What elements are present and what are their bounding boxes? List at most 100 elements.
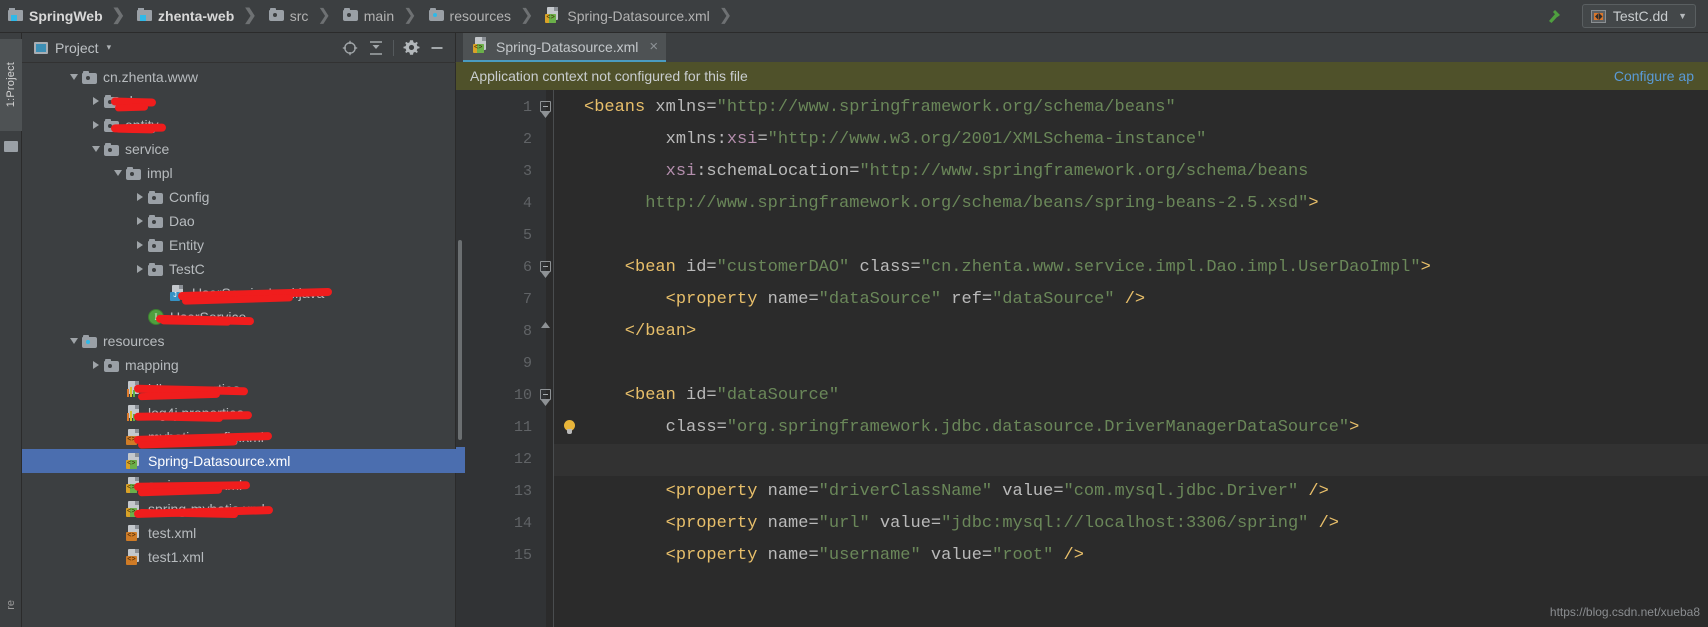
- code-token: >: [1308, 194, 1319, 213]
- code-token: <: [584, 386, 636, 405]
- tree-twisty-spacer: [110, 449, 126, 473]
- code-editor[interactable]: 1 2 3 4 5 6 7 8 9 10 11 12 13 14 15 <beans xmlns="http…: [456, 90, 1708, 627]
- folder-icon: [148, 190, 163, 204]
- chevron-right-icon[interactable]: [132, 233, 148, 257]
- tree-node-jdbc-properties[interactable]: jdbc.properties: [22, 377, 456, 401]
- chevron-down-icon[interactable]: [66, 329, 82, 353]
- code-token: <: [584, 546, 676, 565]
- tree-node-entity[interactable]: Entity: [22, 233, 456, 257]
- locate-in-tree-button[interactable]: [337, 35, 363, 61]
- tree-node-mybatis-config-xml[interactable]: <> mybatis-config.xml: [22, 425, 456, 449]
- code-token: property: [675, 514, 758, 533]
- breadcrumb-item-resources[interactable]: resources ❯: [421, 0, 538, 33]
- chevron-down-icon[interactable]: [88, 137, 104, 161]
- fold-collapse-icon[interactable]: [540, 261, 551, 272]
- breadcrumb-item-springweb[interactable]: SpringWeb ❯: [0, 0, 129, 33]
- hide-panel-button[interactable]: [424, 35, 450, 61]
- editor-scrollbar-thumb[interactable]: [458, 240, 462, 440]
- tree-node-cn-zhenta-www[interactable]: cn.zhenta.www: [22, 65, 456, 89]
- breadcrumb-item-label: resources: [449, 8, 511, 24]
- tree-node-userserviceimpl-java[interactable]: J UserServiceImpl.java: [22, 281, 456, 305]
- tree-node-userservice[interactable]: UserService: [22, 305, 456, 329]
- editor-tab-spring-datasource[interactable]: <> Spring-Datasource.xml ×: [463, 33, 667, 62]
- tree-node-dao[interactable]: dao: [22, 89, 456, 113]
- code-token: value=: [992, 482, 1064, 501]
- breadcrumb-item-spring-datasource-xml[interactable]: <> Spring-Datasource.xml ❯: [537, 0, 736, 33]
- code-line: </bean>: [584, 316, 696, 348]
- tree-node-spring-mybatis-xml[interactable]: <> spring-mybatis.xml: [22, 497, 456, 521]
- code-token: "http://www.springframework.org/schema/b…: [859, 162, 1309, 181]
- structure-icon[interactable]: [4, 141, 18, 152]
- close-icon[interactable]: ×: [649, 39, 658, 54]
- code-token: >: [1349, 418, 1360, 437]
- collapse-all-button[interactable]: [363, 35, 389, 61]
- code-token: :schemaLocation=: [696, 162, 860, 181]
- tree-node-resources[interactable]: resources: [22, 329, 456, 353]
- breadcrumb-item-src[interactable]: src ❯: [261, 0, 335, 33]
- tree-node-label: spring-mybatis.xml: [148, 501, 265, 517]
- chevron-right-icon[interactable]: [132, 257, 148, 281]
- watermark-text: https://blog.csdn.net/xueba8: [1549, 605, 1700, 619]
- configure-application-context-link[interactable]: Configure ap: [1614, 68, 1694, 84]
- code-token: "dataSource": [716, 386, 840, 405]
- tree-node-config[interactable]: Config: [22, 185, 456, 209]
- chevron-right-icon[interactable]: [132, 185, 148, 209]
- code-token: value=: [920, 546, 993, 565]
- project-view-chevron-down-icon[interactable]: ▾: [107, 42, 112, 53]
- code-token: id=: [675, 386, 717, 405]
- tree-node-testc[interactable]: TestC: [22, 257, 456, 281]
- tree-node-test1-xml[interactable]: <> test1.xml: [22, 545, 456, 569]
- chevron-right-icon[interactable]: [88, 113, 104, 137]
- code-token: xmlns=: [645, 98, 717, 117]
- code-token: "root": [992, 546, 1054, 565]
- tree-node-label: spring-mvc.xml: [148, 477, 243, 493]
- java-class-icon: J: [170, 285, 186, 301]
- breadcrumb-separator-icon: ❯: [520, 7, 534, 24]
- intention-bulb-icon[interactable]: [563, 420, 576, 435]
- tree-node-log4j-properties[interactable]: log4j.properties: [22, 401, 456, 425]
- tree-node-dao[interactable]: Dao: [22, 209, 456, 233]
- editor-tab-label: Spring-Datasource.xml: [496, 38, 639, 55]
- tree-node-spring-mvc-xml[interactable]: <> spring-mvc.xml: [22, 473, 456, 497]
- code-token: property: [675, 546, 758, 565]
- code-token: <: [584, 258, 636, 277]
- editor-area: <> Spring-Datasource.xml × Application c…: [456, 33, 1708, 627]
- tree-node-mapping[interactable]: mapping: [22, 353, 456, 377]
- build-hammer-icon[interactable]: [1544, 6, 1564, 26]
- project-tree[interactable]: cn.zhenta.www dao entity service impl Config D…: [22, 63, 456, 627]
- line-number: 10: [513, 387, 532, 404]
- chevron-down-icon[interactable]: ▼: [1678, 11, 1687, 21]
- tool-window-tab-bottom[interactable]: re: [0, 585, 22, 625]
- breadcrumb-item-zhenta-web[interactable]: zhenta-web ❯: [129, 0, 261, 33]
- gear-icon[interactable]: [398, 35, 424, 61]
- chevron-right-icon[interactable]: [88, 353, 104, 377]
- code-line: <property name="url" value="jdbc:mysql:/…: [584, 508, 1339, 540]
- chevron-right-icon[interactable]: [88, 89, 104, 113]
- code-line: <property name="dataSource" ref="dataSou…: [584, 284, 1146, 316]
- tree-node-spring-datasource-xml[interactable]: <> Spring-Datasource.xml: [22, 449, 456, 473]
- chevron-down-icon[interactable]: [66, 65, 82, 89]
- tool-window-tab-project[interactable]: 1:Project: [0, 39, 22, 131]
- code-folding-column[interactable]: [536, 90, 554, 627]
- properties-icon: [126, 381, 142, 397]
- editor-tab-bar: <> Spring-Datasource.xml ×: [456, 33, 1708, 62]
- run-configuration-selector[interactable]: TestC.dd ▼: [1581, 4, 1696, 28]
- tree-node-service[interactable]: service: [22, 137, 456, 161]
- code-token: bean: [645, 322, 687, 341]
- notification-banner: Application context not configured for t…: [456, 62, 1708, 90]
- tree-node-entity[interactable]: entity: [22, 113, 456, 137]
- code-token: >: [686, 322, 697, 341]
- fold-collapse-icon[interactable]: [540, 101, 551, 112]
- tree-node-test-xml[interactable]: <> test.xml: [22, 521, 456, 545]
- caret-position-marker: [456, 447, 465, 473]
- chevron-down-icon[interactable]: [110, 161, 126, 185]
- code-line: <property name="username" value="root" /…: [584, 540, 1084, 572]
- chevron-right-icon[interactable]: [132, 209, 148, 233]
- tree-node-impl[interactable]: impl: [22, 161, 456, 185]
- tree-twisty-spacer: [110, 545, 126, 569]
- fold-collapse-icon[interactable]: [540, 389, 551, 400]
- code-token: "cn.zhenta.www.service.impl.Dao.impl.Use…: [920, 258, 1421, 277]
- breadcrumb-item-main[interactable]: main ❯: [335, 0, 421, 33]
